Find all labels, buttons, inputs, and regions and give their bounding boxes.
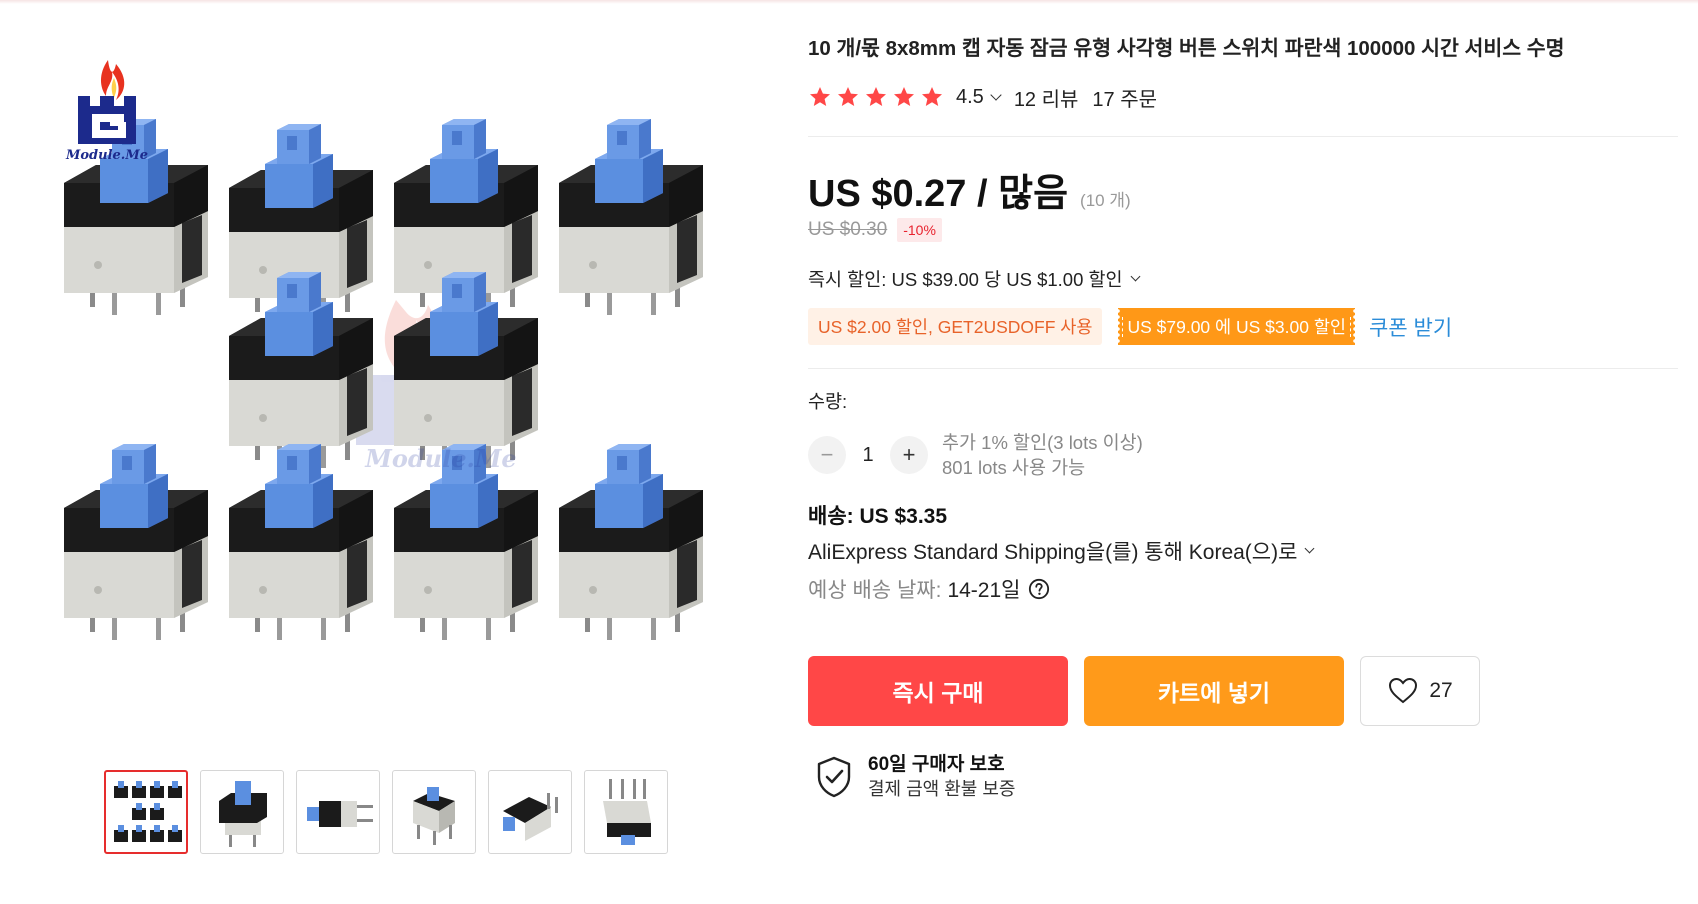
delivery-estimate-label: 예상 배송 날짜: xyxy=(808,579,942,602)
instant-discount-text: 즉시 할인: US $39.00 당 US $1.00 할인 xyxy=(808,269,1123,290)
quantity-decrease-button[interactable]: − xyxy=(808,436,846,474)
chevron-down-icon[interactable] xyxy=(990,88,1002,101)
shipping-cost: 배송: US $3.35 xyxy=(808,505,948,528)
rating-value[interactable]: 4.5 xyxy=(956,86,984,109)
store-coupon-text: US $79.00 에 US $3.00 할인 xyxy=(1122,317,1352,337)
delivery-estimate-value: 14-21일 xyxy=(947,579,1021,602)
quantity-increase-button[interactable]: + xyxy=(890,436,928,474)
heart-icon xyxy=(1389,677,1418,704)
quantity-value[interactable]: 1 xyxy=(846,444,890,467)
product-info: 10 개/몫 8x8mm 캡 자동 잠금 유형 사각형 버튼 스위치 파란색 1… xyxy=(808,30,1678,799)
available-lots: 801 lots 사용 가능 xyxy=(942,457,1086,478)
top-border xyxy=(0,0,1698,4)
instant-discount[interactable]: 즉시 할인: US $39.00 당 US $1.00 할인 xyxy=(808,266,1140,292)
rating-row: 4.5 12 리뷰 17 주문 xyxy=(808,80,1157,114)
star-icon xyxy=(810,87,830,106)
product-gallery: Module.Me Module.Me xyxy=(56,30,756,880)
orders-count: 17 주문 xyxy=(1092,88,1158,111)
extra-discount-note: 추가 1% 할인(3 lots 이상) xyxy=(942,432,1143,453)
chevron-down-icon[interactable] xyxy=(1130,271,1140,282)
original-price-row: US $0.30 -10% xyxy=(808,218,942,242)
star-icon xyxy=(838,87,858,106)
divider xyxy=(808,136,1678,137)
thumbnail-5[interactable] xyxy=(488,770,572,854)
shield-check-icon xyxy=(817,756,851,798)
brand-logo: Module.Me xyxy=(62,44,152,184)
thumbnail-6[interactable] xyxy=(584,770,668,854)
buyer-protection-subtitle: 결제 금액 환불 보증 xyxy=(868,779,1016,799)
star-rating xyxy=(808,85,944,109)
shipping-method-text: AliExpress Standard Shipping을(를) 통해 Kore… xyxy=(808,541,1298,564)
buyer-protection-title: 60일 구매자 보호 xyxy=(868,754,1005,775)
buy-now-button[interactable]: 즉시 구매 xyxy=(808,656,1068,726)
star-icon xyxy=(894,87,914,106)
original-price: US $0.30 xyxy=(808,219,888,240)
delivery-estimate: 예상 배송 날짜: 14-21일 xyxy=(808,574,1050,604)
wishlist-button[interactable]: 27 xyxy=(1360,656,1480,726)
watermark-text: Module.Me xyxy=(365,444,517,473)
discount-badge: -10% xyxy=(897,218,942,242)
product-photo-illustration xyxy=(64,119,703,640)
buyer-protection[interactable]: 60일 구매자 보호 결제 금액 환불 보증 xyxy=(814,752,1015,802)
logo-text: Module.Me xyxy=(66,148,148,163)
buyer-protection-text: 60일 구매자 보호 결제 금액 환불 보증 xyxy=(868,752,1015,802)
thumbnail-4[interactable] xyxy=(392,770,476,854)
get-coupon-link[interactable]: 쿠폰 받기 xyxy=(1369,312,1452,342)
coupon-code-badge[interactable]: US $2.00 할인, GET2USDOFF 사용 xyxy=(808,308,1103,345)
divider xyxy=(808,368,1678,369)
action-buttons: 즉시 구매 카트에 넣기 27 xyxy=(808,656,1480,726)
add-to-cart-button[interactable]: 카트에 넣기 xyxy=(1084,656,1344,726)
current-price: US $0.27 / 많음 xyxy=(808,173,1069,215)
quantity-stepper: − 1 + 추가 1% 할인(3 lots 이상) 801 lots 사용 가능 xyxy=(808,430,1143,480)
reviews-count[interactable]: 12 리뷰 xyxy=(1014,83,1079,112)
shipping-method[interactable]: AliExpress Standard Shipping을(를) 통해 Kore… xyxy=(808,536,1315,566)
main-product-image[interactable]: Module.Me Module.Me xyxy=(56,30,756,730)
product-title: 10 개/몫 8x8mm 캡 자동 잠금 유형 사각형 버튼 스위치 파란색 1… xyxy=(808,37,1565,60)
quantity-notes: 추가 1% 할인(3 lots 이상) 801 lots 사용 가능 xyxy=(942,430,1143,480)
coupon-row: US $2.00 할인, GET2USDOFF 사용 US $79.00 에 U… xyxy=(808,308,1452,345)
thumbnail-2[interactable] xyxy=(200,770,284,854)
price-row: US $0.27 / 많음 (10 개) xyxy=(808,162,1131,217)
thumbnail-3[interactable] xyxy=(296,770,380,854)
wishlist-count: 27 xyxy=(1429,679,1453,702)
chevron-down-icon[interactable] xyxy=(1304,543,1315,554)
star-icon xyxy=(866,87,886,106)
star-icon xyxy=(922,87,942,106)
help-icon[interactable] xyxy=(1028,578,1050,600)
thumbnail-1[interactable] xyxy=(104,770,188,854)
store-coupon-badge[interactable]: US $79.00 에 US $3.00 할인 xyxy=(1116,308,1357,345)
quantity-label: 수량: xyxy=(808,391,848,412)
price-unit: (10 개) xyxy=(1080,191,1131,210)
